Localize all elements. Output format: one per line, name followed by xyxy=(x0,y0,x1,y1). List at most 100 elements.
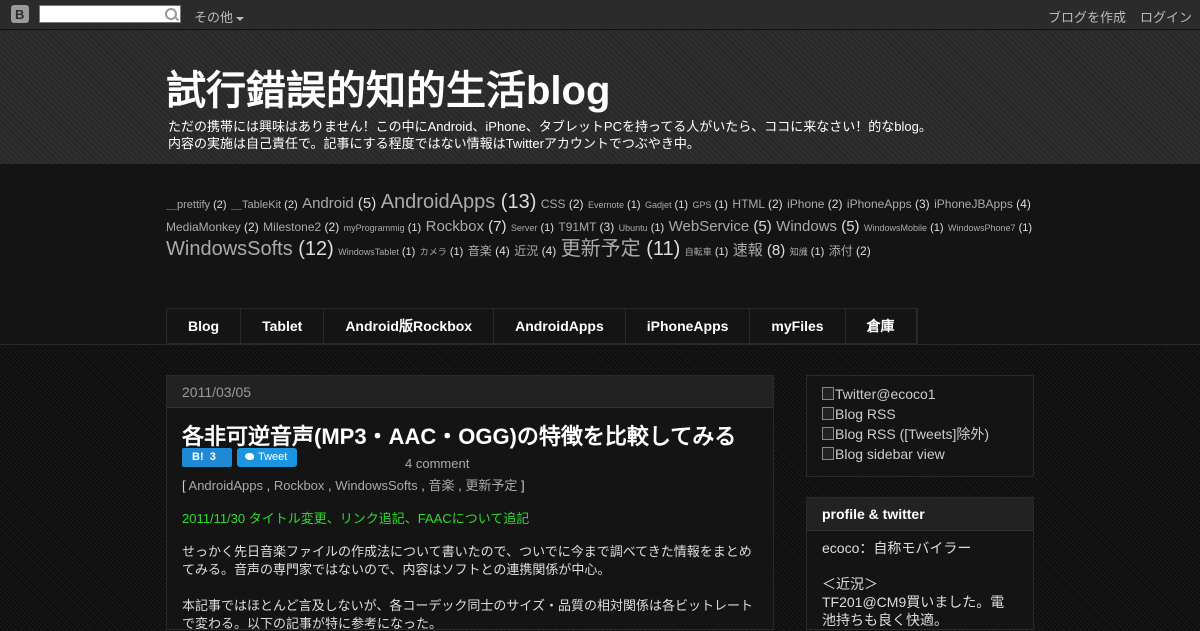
tab-item[interactable]: Android版Rockbox xyxy=(324,309,495,343)
label-name[interactable]: 添付 xyxy=(829,244,853,258)
label-name[interactable]: 自転車 xyxy=(685,247,712,257)
label-cloud-item[interactable]: HTML (2) xyxy=(732,195,782,212)
description-line-1: ただの携帯には興味はありません！この中にAndroid、iPhone、タブレット… xyxy=(168,119,932,134)
label-cloud-item[interactable]: 添付 (2) xyxy=(829,242,871,259)
label-name[interactable]: Evernote xyxy=(588,200,624,210)
search-input[interactable] xyxy=(39,5,181,23)
label-cloud-item[interactable]: iPhoneApps (3) xyxy=(847,195,930,212)
post-title[interactable]: 各非可逆音声(MP3・AAC・OGG)の特徴を比較してみる xyxy=(182,419,736,451)
post-label-link[interactable]: 更新予定 xyxy=(465,478,517,493)
label-count: (1) xyxy=(1015,222,1033,234)
label-cloud-item[interactable]: WindowsPhone7 (1) xyxy=(948,218,1032,235)
label-name[interactable]: AndroidApps xyxy=(381,191,496,213)
login-link[interactable]: ログイン xyxy=(1140,7,1192,26)
label-name[interactable]: カメラ xyxy=(420,247,447,257)
search-icon[interactable] xyxy=(165,8,177,20)
label-count: (13) xyxy=(495,191,537,213)
label-name[interactable]: WindowsMobile xyxy=(864,223,927,233)
label-name[interactable]: MediaMonkey xyxy=(166,220,241,234)
tab-item[interactable]: iPhoneApps xyxy=(626,309,751,343)
label-name[interactable]: 近況 xyxy=(514,244,538,258)
label-cloud-item[interactable]: T91MT (3) xyxy=(558,218,614,235)
label-name[interactable]: ＿prettify xyxy=(166,199,210,211)
label-name[interactable]: ＿TableKit xyxy=(231,199,281,211)
label-cloud-item[interactable]: Milestone2 (2) xyxy=(263,218,339,235)
label-cloud-item[interactable]: 知識 (1) xyxy=(790,242,825,259)
label-name[interactable]: WindowsTablet xyxy=(338,247,399,257)
tab-item[interactable]: Blog xyxy=(167,309,242,343)
label-name[interactable]: HTML xyxy=(732,197,764,211)
tab-item[interactable]: myFiles xyxy=(750,309,846,343)
label-cloud-item[interactable]: ＿TableKit (2) xyxy=(231,195,298,212)
label-name[interactable]: 知識 xyxy=(790,247,808,257)
tab-item[interactable]: 倉庫 xyxy=(846,309,917,343)
label-cloud-item[interactable]: GPS (1) xyxy=(692,195,728,212)
label-cloud-item[interactable]: Evernote (1) xyxy=(588,195,641,212)
label-cloud-item[interactable]: Server (1) xyxy=(511,218,554,235)
label-cloud-item[interactable]: ＿prettify (2) xyxy=(166,195,227,212)
comment-count-link[interactable]: 4 comment xyxy=(405,456,469,471)
label-name[interactable]: 音楽 xyxy=(468,244,492,258)
sidebar-link[interactable]: Twitter@ecoco1 xyxy=(822,384,1018,404)
label-name[interactable]: Android xyxy=(302,195,354,212)
label-name[interactable]: 速報 xyxy=(733,242,763,259)
label-name[interactable]: Server xyxy=(511,223,538,233)
label-cloud-item[interactable]: 速報 (8) xyxy=(733,242,786,259)
label-name[interactable]: T91MT xyxy=(558,220,596,234)
sidebar-link[interactable]: Blog sidebar view xyxy=(822,444,1018,464)
sidebar-link[interactable]: Blog RSS xyxy=(822,404,1018,424)
label-cloud-item[interactable]: カメラ (1) xyxy=(420,242,464,259)
post-label-link[interactable]: Rockbox xyxy=(274,478,325,493)
tab-item[interactable]: AndroidApps xyxy=(494,309,626,343)
label-name[interactable]: iPhoneApps xyxy=(847,197,912,211)
create-blog-link[interactable]: ブログを作成 xyxy=(1048,7,1126,26)
label-cloud-item[interactable]: Android (5) xyxy=(302,195,376,212)
label-name[interactable]: Milestone2 xyxy=(263,220,321,234)
label-cloud-item[interactable]: WindowsSofts (12) xyxy=(166,239,334,260)
post-label-link[interactable]: WindowsSofts xyxy=(335,478,417,493)
label-name[interactable]: GPS xyxy=(692,200,711,210)
label-cloud-item[interactable]: iPhone (2) xyxy=(787,195,842,212)
label-name[interactable]: Ubuntu xyxy=(619,223,648,233)
label-name[interactable]: Gadjet xyxy=(645,200,672,210)
label-cloud-item[interactable]: iPhoneJBApps (4) xyxy=(934,195,1031,212)
label-name[interactable]: iPhone xyxy=(787,197,824,211)
label-count: (3) xyxy=(596,220,615,234)
label-cloud-item[interactable]: Windows (5) xyxy=(776,218,859,235)
label-cloud-item[interactable]: MediaMonkey (2) xyxy=(166,218,259,235)
label-cloud-item[interactable]: myProgrammig (1) xyxy=(344,218,422,235)
post-label-link[interactable]: AndroidApps xyxy=(189,478,263,493)
label-cloud-item[interactable]: Ubuntu (1) xyxy=(619,218,665,235)
more-menu[interactable]: その他 xyxy=(194,7,245,26)
blogger-logo-icon[interactable]: B xyxy=(11,5,29,23)
label-name[interactable]: 更新予定 xyxy=(561,238,641,260)
label-name[interactable]: WebService xyxy=(669,218,750,235)
label-cloud-item[interactable]: WebService (5) xyxy=(669,218,772,235)
label-cloud-item[interactable]: 近況 (4) xyxy=(514,242,556,259)
hatena-bookmark-button[interactable]: B! 3 xyxy=(182,448,232,467)
label-cloud-item[interactable]: WindowsTablet (1) xyxy=(338,242,415,259)
tweet-button[interactable]: Tweet xyxy=(237,448,297,467)
label-name[interactable]: CSS xyxy=(541,197,566,211)
post-paragraph: せっかく先日音楽ファイルの作成法について書いたので、ついでに今まで調べてきた情報… xyxy=(182,544,752,577)
label-cloud-item[interactable]: CSS (2) xyxy=(541,195,584,212)
label-count: (5) xyxy=(749,218,772,235)
label-cloud-item[interactable]: 自転車 (1) xyxy=(685,242,729,259)
label-cloud-item[interactable]: WindowsMobile (1) xyxy=(864,218,944,235)
label-name[interactable]: myProgrammig xyxy=(344,223,405,233)
label-cloud-item[interactable]: Rockbox (7) xyxy=(426,218,507,235)
post-label-link[interactable]: 音楽 xyxy=(428,478,454,493)
blog-title[interactable]: 試行錯誤的知的生活blog xyxy=(166,58,610,116)
label-cloud-item[interactable]: Gadjet (1) xyxy=(645,195,688,212)
label-cloud-item[interactable]: 音楽 (4) xyxy=(468,242,510,259)
label-count: (2) xyxy=(764,197,783,211)
label-name[interactable]: WindowsPhone7 xyxy=(948,223,1016,233)
label-name[interactable]: WindowsSofts xyxy=(166,238,293,260)
label-cloud-item[interactable]: AndroidApps (13) xyxy=(381,192,537,213)
label-name[interactable]: iPhoneJBApps xyxy=(934,197,1013,211)
label-cloud-item[interactable]: 更新予定 (11) xyxy=(561,239,681,260)
tab-item[interactable]: Tablet xyxy=(241,309,325,343)
sidebar-link[interactable]: Blog RSS ([Tweets]除外) xyxy=(822,424,1018,444)
label-name[interactable]: Rockbox xyxy=(426,218,484,235)
label-name[interactable]: Windows xyxy=(776,218,837,235)
